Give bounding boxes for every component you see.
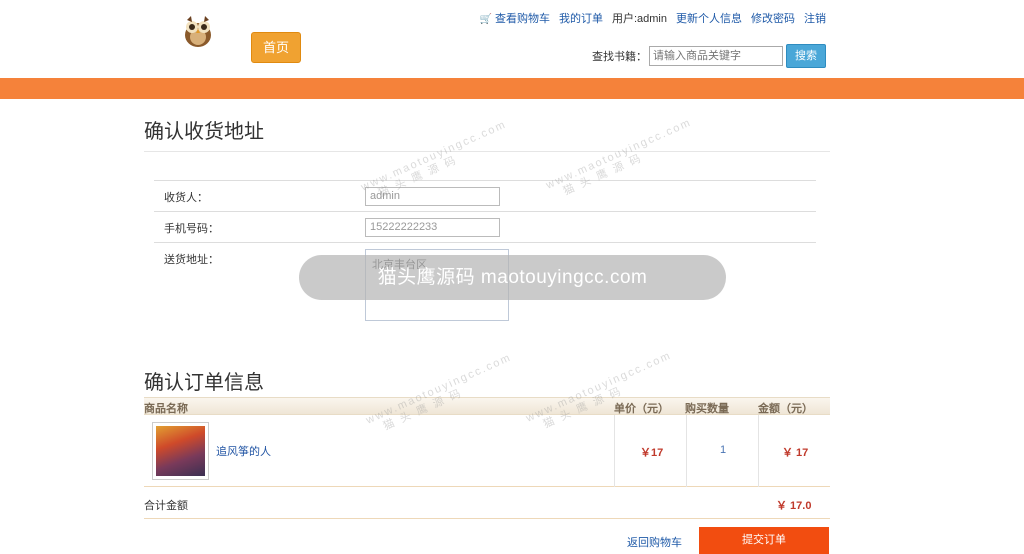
quantity: 1 bbox=[720, 444, 727, 456]
submit-order-button[interactable]: 提交订单 bbox=[699, 527, 829, 554]
order-table-header: 商品名称 单价（元） 购买数量 金额（元） bbox=[144, 397, 830, 415]
total-label: 合计金额 bbox=[144, 500, 188, 512]
current-user: 用户:admin bbox=[611, 13, 667, 25]
home-button[interactable]: 首页 bbox=[251, 32, 301, 63]
col-header-unit-price: 单价（元） bbox=[614, 403, 669, 415]
search-input[interactable] bbox=[649, 46, 783, 66]
column-divider bbox=[614, 415, 615, 487]
line-amount: ￥ 17 bbox=[782, 447, 809, 459]
book-cover-image bbox=[156, 426, 205, 476]
back-to-cart-link[interactable]: 返回购物车 bbox=[627, 534, 682, 550]
order-section-title: 确认订单信息 bbox=[144, 372, 264, 394]
divider bbox=[144, 151, 830, 152]
address-label: 送货地址： bbox=[164, 254, 219, 266]
col-header-amount: 金额（元） bbox=[758, 403, 813, 415]
total-value: ￥ 17.0 bbox=[776, 500, 812, 512]
receiver-row: 收货人： admin bbox=[154, 180, 816, 211]
owl-logo-icon[interactable] bbox=[180, 14, 216, 48]
col-header-name: 商品名称 bbox=[144, 403, 188, 415]
view-cart-link[interactable]: 🛒 查看购物车 bbox=[480, 10, 550, 26]
phone-label: 手机号码： bbox=[164, 223, 219, 235]
phone-row: 手机号码： 15222222233 bbox=[154, 211, 816, 242]
logout-link[interactable]: 注销 bbox=[804, 10, 826, 26]
change-password-link[interactable]: 修改密码 bbox=[751, 10, 795, 26]
address-form: 收货人： admin 手机号码： 15222222233 送货地址： 北京丰台区 bbox=[154, 180, 816, 322]
watermark-banner: 猫头鹰源码 maotouyingcc.com bbox=[299, 255, 726, 300]
update-info-link[interactable]: 更新个人信息 bbox=[676, 10, 742, 26]
my-orders-link[interactable]: 我的订单 bbox=[559, 10, 603, 26]
column-divider bbox=[686, 415, 687, 487]
col-header-quantity: 购买数量 bbox=[685, 403, 729, 415]
phone-input[interactable]: 15222222233 bbox=[365, 218, 500, 237]
book-name-link[interactable]: 追风筝的人 bbox=[216, 443, 271, 459]
view-cart-label: 查看购物车 bbox=[494, 13, 550, 25]
top-nav: 🛒 查看购物车 我的订单 用户:admin 更新个人信息 修改密码 注销 bbox=[480, 10, 826, 26]
receiver-label: 收货人： bbox=[164, 192, 208, 204]
search-bar: 查找书籍： 搜索 bbox=[592, 44, 826, 68]
address-section-title: 确认收货地址 bbox=[144, 121, 264, 143]
search-label: 查找书籍： bbox=[592, 51, 647, 63]
unit-price: ￥17 bbox=[640, 447, 664, 459]
column-divider bbox=[758, 415, 759, 487]
cart-icon: 🛒 bbox=[479, 14, 492, 25]
header-divider-bar bbox=[0, 78, 1024, 99]
site-header: 首页 🛒 查看购物车 我的订单 用户:admin 更新个人信息 修改密码 注销 查… bbox=[0, 0, 1024, 78]
book-thumbnail[interactable] bbox=[152, 422, 209, 480]
total-row: 合计金额 ￥ 17.0 bbox=[144, 487, 830, 519]
search-button[interactable]: 搜索 bbox=[786, 44, 826, 68]
